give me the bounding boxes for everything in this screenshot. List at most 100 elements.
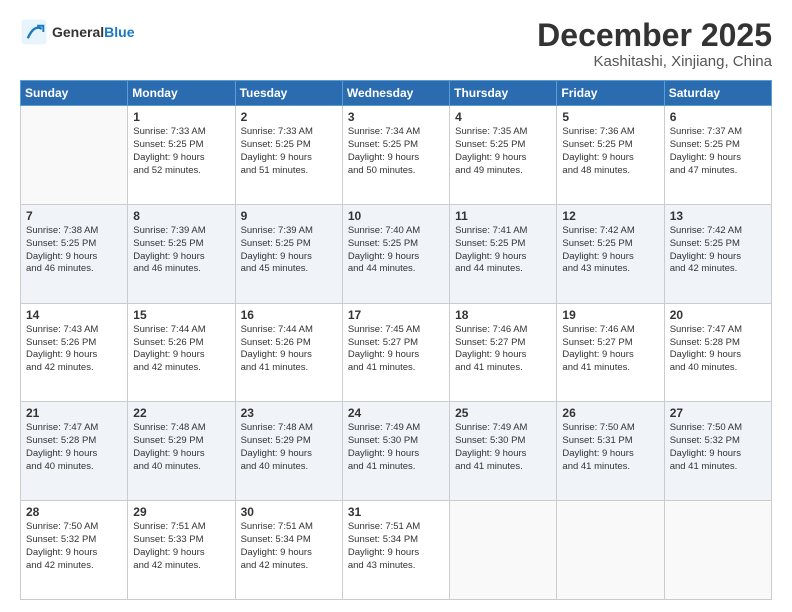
day-info: Sunrise: 7:42 AMSunset: 5:25 PMDaylight:… <box>670 225 766 276</box>
weekday-header: Saturday <box>664 81 771 106</box>
day-number: 28 <box>26 505 122 519</box>
calendar-cell: 11Sunrise: 7:41 AMSunset: 5:25 PMDayligh… <box>450 204 557 303</box>
day-info: Sunrise: 7:37 AMSunset: 5:25 PMDaylight:… <box>670 126 766 177</box>
day-info: Sunrise: 7:44 AMSunset: 5:26 PMDaylight:… <box>133 324 229 375</box>
day-number: 12 <box>562 209 658 223</box>
weekday-header: Friday <box>557 81 664 106</box>
calendar-cell: 9Sunrise: 7:39 AMSunset: 5:25 PMDaylight… <box>235 204 342 303</box>
day-number: 7 <box>26 209 122 223</box>
day-number: 13 <box>670 209 766 223</box>
calendar-cell: 21 Sunrise: 7:47 AMSunset: 5:28 PMDayligh… <box>21 402 128 501</box>
day-number: 15 <box>133 308 229 322</box>
day-number: 30 <box>241 505 337 519</box>
day-number: 5 <box>562 110 658 124</box>
day-info: Sunrise: 7:36 AMSunset: 5:25 PMDaylight:… <box>562 126 658 177</box>
day-info: Sunrise: 7:33 AMSunset: 5:25 PMDaylight:… <box>241 126 337 177</box>
weekday-header: Wednesday <box>342 81 449 106</box>
calendar-cell: 28 Sunrise: 7:50 AMSunset: 5:32 PMDayligh… <box>21 501 128 600</box>
calendar-cell <box>450 501 557 600</box>
calendar-cell: 15 Sunrise: 7:44 AMSunset: 5:26 PMDayligh… <box>128 303 235 402</box>
calendar-cell: 4 Sunrise: 7:35 AMSunset: 5:25 PMDaylight… <box>450 106 557 205</box>
day-number: 26 <box>562 406 658 420</box>
logo: GeneralBlue <box>20 18 134 46</box>
calendar-cell: 7 Sunrise: 7:38 AMSunset: 5:25 PMDaylight… <box>21 204 128 303</box>
calendar-cell: 1Sunrise: 7:33 AMSunset: 5:25 PMDaylight… <box>128 106 235 205</box>
day-number: 10 <box>348 209 444 223</box>
day-info: Sunrise: 7:44 AMSunset: 5:26 PMDaylight:… <box>241 324 337 375</box>
day-info: Sunrise: 7:46 AMSunset: 5:27 PMDaylight:… <box>562 324 658 375</box>
day-info: Sunrise: 7:35 AMSunset: 5:25 PMDaylight:… <box>455 126 551 177</box>
day-number: 24 <box>348 406 444 420</box>
weekday-header: Monday <box>128 81 235 106</box>
calendar-cell: 16 Sunrise: 7:44 AMSunset: 5:26 PMDayligh… <box>235 303 342 402</box>
day-number: 27 <box>670 406 766 420</box>
calendar-cell <box>557 501 664 600</box>
day-info: Sunrise: 7:39 AMSunset: 5:25 PMDaylight:… <box>241 225 337 276</box>
calendar-cell: 5 Sunrise: 7:36 AMSunset: 5:25 PMDaylight… <box>557 106 664 205</box>
calendar-cell: 27 Sunrise: 7:50 AMSunset: 5:32 PMDayligh… <box>664 402 771 501</box>
day-number: 31 <box>348 505 444 519</box>
day-number: 20 <box>670 308 766 322</box>
day-info: Sunrise: 7:50 AMSunset: 5:32 PMDaylight:… <box>26 521 122 572</box>
page-header: GeneralBlue December 2025 Kashitashi, Xi… <box>20 18 772 70</box>
title-block: December 2025 Kashitashi, Xinjiang, Chin… <box>537 18 772 70</box>
day-info: Sunrise: 7:51 AMSunset: 5:33 PMDaylight:… <box>133 521 229 572</box>
day-info: Sunrise: 7:51 AMSunset: 5:34 PMDaylight:… <box>241 521 337 572</box>
calendar-cell <box>21 106 128 205</box>
calendar-cell: 19 Sunrise: 7:46 AMSunset: 5:27 PMDayligh… <box>557 303 664 402</box>
day-number: 21 <box>26 406 122 420</box>
calendar-cell: 22 Sunrise: 7:48 AMSunset: 5:29 PMDayligh… <box>128 402 235 501</box>
day-info: Sunrise: 7:40 AMSunset: 5:25 PMDaylight:… <box>348 225 444 276</box>
calendar-cell: 26 Sunrise: 7:50 AMSunset: 5:31 PMDayligh… <box>557 402 664 501</box>
logo-icon <box>20 18 48 46</box>
calendar-cell: 10 Sunrise: 7:40 AMSunset: 5:25 PMDayligh… <box>342 204 449 303</box>
weekday-header: Thursday <box>450 81 557 106</box>
day-info: Sunrise: 7:48 AMSunset: 5:29 PMDaylight:… <box>133 422 229 473</box>
day-number: 6 <box>670 110 766 124</box>
logo-text: GeneralBlue <box>52 24 134 40</box>
day-info: Sunrise: 7:50 AMSunset: 5:32 PMDaylight:… <box>670 422 766 473</box>
day-number: 19 <box>562 308 658 322</box>
day-info: Sunrise: 7:34 AMSunset: 5:25 PMDaylight:… <box>348 126 444 177</box>
calendar-cell: 12 Sunrise: 7:42 AMSunset: 5:25 PMDayligh… <box>557 204 664 303</box>
day-number: 2 <box>241 110 337 124</box>
day-info: Sunrise: 7:39 AMSunset: 5:25 PMDaylight:… <box>133 225 229 276</box>
day-info: Sunrise: 7:51 AMSunset: 5:34 PMDaylight:… <box>348 521 444 572</box>
day-number: 18 <box>455 308 551 322</box>
day-number: 29 <box>133 505 229 519</box>
calendar-cell: 18 Sunrise: 7:46 AMSunset: 5:27 PMDayligh… <box>450 303 557 402</box>
day-info: Sunrise: 7:46 AMSunset: 5:27 PMDaylight:… <box>455 324 551 375</box>
calendar-cell: 3 Sunrise: 7:34 AMSunset: 5:25 PMDaylight… <box>342 106 449 205</box>
calendar-cell: 30 Sunrise: 7:51 AMSunset: 5:34 PMDayligh… <box>235 501 342 600</box>
day-number: 25 <box>455 406 551 420</box>
day-info: Sunrise: 7:47 AMSunset: 5:28 PMDaylight:… <box>26 422 122 473</box>
calendar-cell: 31 Sunrise: 7:51 AMSunset: 5:34 PMDayligh… <box>342 501 449 600</box>
calendar-cell: 6 Sunrise: 7:37 AMSunset: 5:25 PMDaylight… <box>664 106 771 205</box>
day-info: Sunrise: 7:41 AMSunset: 5:25 PMDaylight:… <box>455 225 551 276</box>
calendar-cell: 8Sunrise: 7:39 AMSunset: 5:25 PMDaylight… <box>128 204 235 303</box>
day-info: Sunrise: 7:33 AMSunset: 5:25 PMDaylight:… <box>133 126 229 177</box>
day-number: 23 <box>241 406 337 420</box>
calendar-cell: 20Sunrise: 7:47 AMSunset: 5:28 PMDayligh… <box>664 303 771 402</box>
day-info: Sunrise: 7:43 AMSunset: 5:26 PMDaylight:… <box>26 324 122 375</box>
calendar-cell: 25 Sunrise: 7:49 AMSunset: 5:30 PMDayligh… <box>450 402 557 501</box>
calendar-cell: 29 Sunrise: 7:51 AMSunset: 5:33 PMDayligh… <box>128 501 235 600</box>
day-info: Sunrise: 7:49 AMSunset: 5:30 PMDaylight:… <box>455 422 551 473</box>
calendar-cell: 2 Sunrise: 7:33 AMSunset: 5:25 PMDaylight… <box>235 106 342 205</box>
day-number: 16 <box>241 308 337 322</box>
day-info: Sunrise: 7:45 AMSunset: 5:27 PMDaylight:… <box>348 324 444 375</box>
day-number: 4 <box>455 110 551 124</box>
location: Kashitashi, Xinjiang, China <box>537 53 772 70</box>
day-number: 22 <box>133 406 229 420</box>
calendar-cell: 24Sunrise: 7:49 AMSunset: 5:30 PMDayligh… <box>342 402 449 501</box>
calendar-cell: 17 Sunrise: 7:45 AMSunset: 5:27 PMDayligh… <box>342 303 449 402</box>
day-info: Sunrise: 7:38 AMSunset: 5:25 PMDaylight:… <box>26 225 122 276</box>
day-info: Sunrise: 7:50 AMSunset: 5:31 PMDaylight:… <box>562 422 658 473</box>
weekday-header: Tuesday <box>235 81 342 106</box>
calendar-cell: 14Sunrise: 7:43 AMSunset: 5:26 PMDayligh… <box>21 303 128 402</box>
day-number: 17 <box>348 308 444 322</box>
calendar-cell: 13 Sunrise: 7:42 AMSunset: 5:25 PMDayligh… <box>664 204 771 303</box>
calendar-cell: 23Sunrise: 7:48 AMSunset: 5:29 PMDayligh… <box>235 402 342 501</box>
day-info: Sunrise: 7:42 AMSunset: 5:25 PMDaylight:… <box>562 225 658 276</box>
day-number: 3 <box>348 110 444 124</box>
